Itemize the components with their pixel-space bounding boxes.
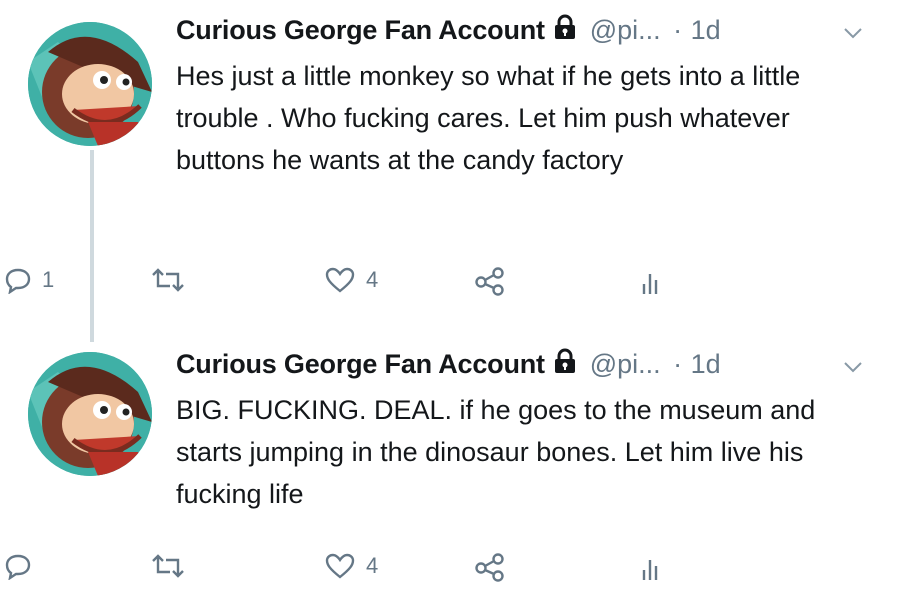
avatar[interactable] <box>28 352 152 476</box>
like-button[interactable]: 4 <box>324 266 378 294</box>
user-handle[interactable]: @pi... <box>590 15 661 45</box>
retweet-icon <box>152 554 184 578</box>
share-icon <box>475 553 504 582</box>
heart-icon <box>325 267 355 293</box>
heart-icon <box>325 553 355 579</box>
chevron-down-icon[interactable] <box>841 354 865 383</box>
reply-count: 1 <box>42 267 55 292</box>
display-name[interactable]: Curious George Fan Account <box>176 349 545 379</box>
analytics-button[interactable] <box>640 266 664 296</box>
tweet-header: Curious George Fan Account @pi... · 1d <box>176 14 876 56</box>
avatar[interactable] <box>28 22 152 146</box>
thread-connector-line <box>90 150 94 342</box>
share-button[interactable] <box>474 552 506 582</box>
tweet-actions: 4 <box>0 552 700 592</box>
lock-icon <box>553 14 577 45</box>
tweet-actions: 1 4 <box>0 266 700 306</box>
like-button[interactable]: 4 <box>324 552 378 580</box>
reply-button[interactable] <box>4 552 42 580</box>
reply-button[interactable]: 1 <box>4 266 54 294</box>
retweet-button[interactable] <box>150 266 186 294</box>
reply-icon <box>5 554 31 580</box>
reply-icon <box>5 268 31 294</box>
like-count: 4 <box>366 553 379 578</box>
display-name[interactable]: Curious George Fan Account <box>176 15 545 45</box>
like-count: 4 <box>366 267 379 292</box>
retweet-icon <box>152 268 184 292</box>
analytics-button[interactable] <box>640 552 664 582</box>
separator-dot: · <box>673 349 683 379</box>
share-button[interactable] <box>474 266 506 296</box>
tweet-text: Hes just a little monkey so what if he g… <box>176 61 801 175</box>
analytics-icon <box>642 274 658 294</box>
timestamp[interactable]: 1d <box>691 349 721 379</box>
separator-dot: · <box>673 15 683 45</box>
analytics-icon <box>642 560 658 580</box>
timestamp[interactable]: 1d <box>691 15 721 45</box>
tweet-text: BIG. FUCKING. DEAL. if he goes to the mu… <box>176 395 816 509</box>
chevron-down-icon[interactable] <box>841 20 865 49</box>
user-handle[interactable]: @pi... <box>590 349 661 379</box>
retweet-button[interactable] <box>150 552 186 580</box>
tweet-header: Curious George Fan Account @pi... · 1d <box>176 348 876 390</box>
share-icon <box>475 267 504 296</box>
lock-icon <box>553 348 577 379</box>
